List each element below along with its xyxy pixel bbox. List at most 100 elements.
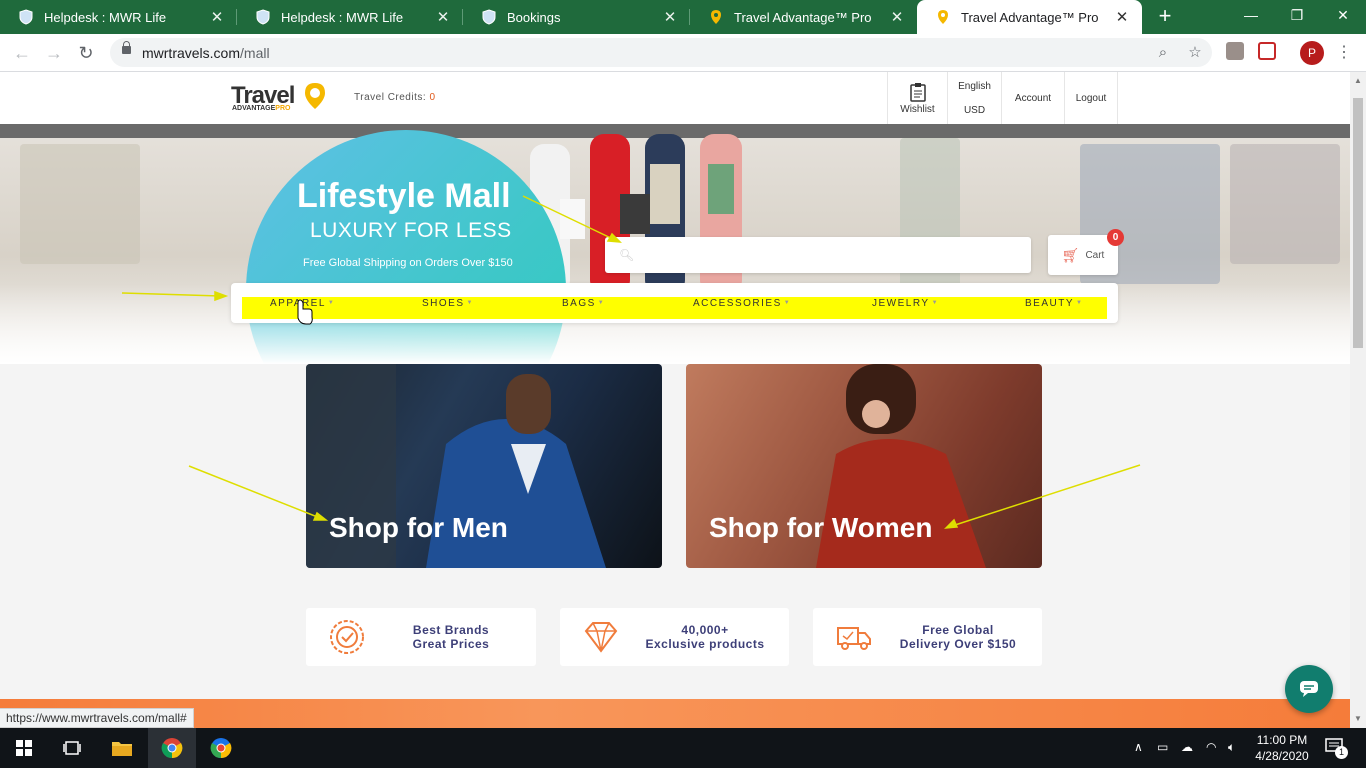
wifi-icon[interactable]: ◠ bbox=[1206, 740, 1216, 754]
browser-tab[interactable]: Helpdesk : MWR Life ✕ bbox=[0, 0, 237, 34]
account-link[interactable]: Account bbox=[1001, 72, 1064, 124]
scroll-up-icon[interactable]: ▲ bbox=[1354, 76, 1362, 85]
onedrive-icon[interactable]: ☁ bbox=[1181, 740, 1193, 754]
category-apparel[interactable]: APPAREL ▼ bbox=[270, 297, 335, 310]
taskbar-clock[interactable]: 11:00 PM 4/28/2020 bbox=[1252, 732, 1312, 764]
close-tab-icon[interactable]: ✕ bbox=[889, 8, 905, 26]
scroll-down-icon[interactable]: ▼ bbox=[1354, 714, 1362, 723]
page-scrollbar[interactable]: ▲ ▼ bbox=[1350, 72, 1366, 728]
tab-title: Helpdesk : MWR Life bbox=[44, 9, 167, 25]
badge-check-icon bbox=[330, 620, 364, 654]
clock-time: 11:00 PM bbox=[1256, 733, 1308, 747]
feature-text: 40,000+ Exclusive products bbox=[645, 623, 765, 651]
shipping-notice: Free Global Shipping on Orders Over $150 bbox=[303, 257, 513, 269]
tab-title: Bookings bbox=[507, 9, 561, 25]
promo-band bbox=[0, 699, 1350, 728]
wishlist-label: Wishlist bbox=[900, 103, 935, 115]
feature-best-brands: Best Brands Great Prices bbox=[306, 608, 536, 666]
shield-icon bbox=[481, 9, 497, 25]
chat-icon[interactable] bbox=[1285, 665, 1333, 713]
pocket-extension-icon[interactable] bbox=[1258, 42, 1276, 60]
logout-link[interactable]: Logout bbox=[1064, 72, 1118, 124]
site-logo[interactable]: Travel ADVANTAGEPRO bbox=[231, 82, 326, 116]
shield-icon bbox=[255, 9, 271, 25]
highlight-marker bbox=[242, 297, 1107, 319]
search-input[interactable]: 🔍︎ bbox=[605, 237, 1031, 273]
browser-tab[interactable]: Bookings ✕ bbox=[463, 0, 690, 34]
category-beauty[interactable]: BEAUTY ▼ bbox=[1025, 297, 1083, 310]
browser-tab[interactable]: Travel Advantage™ Pro ✕ bbox=[690, 0, 917, 34]
category-shoes[interactable]: SHOES ▼ bbox=[422, 297, 474, 310]
chrome-icon[interactable] bbox=[148, 728, 196, 768]
hero-banner: Lifestyle Mall LUXURY FOR LESS Free Glob… bbox=[0, 124, 1350, 364]
shop-women-card[interactable]: Shop for Women bbox=[686, 364, 1042, 568]
profile-avatar[interactable]: P bbox=[1300, 41, 1324, 65]
close-window-icon[interactable]: ✕ bbox=[1320, 0, 1366, 30]
new-tab-button[interactable]: + bbox=[1154, 5, 1176, 27]
tab-title: Travel Advantage™ Pro bbox=[961, 9, 1099, 25]
currency-label[interactable]: USD bbox=[964, 105, 985, 116]
pdf-extension-icon[interactable] bbox=[1226, 42, 1244, 60]
forward-icon[interactable]: → bbox=[42, 41, 66, 65]
logo-subtext: ADVANTAGEPRO bbox=[232, 105, 291, 112]
language-label[interactable]: English bbox=[958, 81, 991, 92]
status-bar-url: https://www.mwrtravels.com/mall# bbox=[0, 708, 194, 728]
shop-men-card[interactable]: Shop for Men bbox=[306, 364, 662, 568]
windows-start-icon[interactable] bbox=[0, 728, 48, 768]
locale-selector[interactable]: English USD bbox=[947, 72, 1001, 124]
browser-tab-strip: Helpdesk : MWR Life ✕ Helpdesk : MWR Lif… bbox=[0, 0, 1366, 34]
address-bar[interactable]: mwrtravels.com/mall ⌕ ☆ bbox=[110, 38, 1212, 67]
zoom-icon[interactable]: ⌕ bbox=[1154, 44, 1172, 62]
file-explorer-icon[interactable] bbox=[98, 728, 146, 768]
feature-exclusive-products: 40,000+ Exclusive products bbox=[560, 608, 789, 666]
cart-label: Cart bbox=[1085, 249, 1105, 261]
site-header: Travel ADVANTAGEPRO Travel Credits: 0 Wi… bbox=[0, 72, 1350, 124]
clipboard-icon bbox=[909, 82, 926, 102]
delivery-truck-icon bbox=[837, 627, 871, 650]
wishlist-button[interactable]: Wishlist bbox=[887, 72, 947, 124]
back-icon[interactable]: ← bbox=[10, 41, 34, 65]
tray-expand-icon[interactable]: ∧ bbox=[1134, 740, 1143, 754]
volume-icon[interactable]: 🔈︎ bbox=[1228, 740, 1235, 755]
category-nav: APPAREL ▼ SHOES ▼ BAGS ▼ ACCESSORIES ▼ JEWEL… bbox=[231, 283, 1118, 323]
lock-icon bbox=[122, 41, 131, 54]
category-accessories[interactable]: ACCESSORIES ▼ bbox=[693, 297, 791, 310]
battery-icon[interactable]: ▭ bbox=[1157, 740, 1168, 754]
shield-icon bbox=[18, 9, 34, 25]
tab-title: Helpdesk : MWR Life bbox=[281, 9, 404, 25]
menu-kebab-icon[interactable]: ⋮ bbox=[1336, 41, 1352, 65]
account-label: Account bbox=[1014, 92, 1052, 104]
close-tab-icon[interactable]: ✕ bbox=[435, 8, 451, 26]
url-text: mwrtravels.com/mall bbox=[142, 45, 270, 61]
feature-text: Free Global Delivery Over $150 bbox=[899, 623, 1017, 651]
clock-date: 4/28/2020 bbox=[1255, 749, 1309, 763]
hero-subtitle: LUXURY FOR LESS bbox=[310, 219, 512, 242]
feature-free-delivery: Free Global Delivery Over $150 bbox=[813, 608, 1042, 666]
notifications-icon[interactable]: 1 bbox=[1325, 738, 1348, 759]
browser-tab-active[interactable]: Travel Advantage™ Pro ✕ bbox=[917, 0, 1142, 34]
task-view-icon[interactable] bbox=[48, 728, 96, 768]
close-tab-icon[interactable]: ✕ bbox=[1114, 8, 1130, 26]
diamond-icon bbox=[584, 622, 618, 653]
logout-label: Logout bbox=[1075, 92, 1107, 104]
restore-icon[interactable]: ❐ bbox=[1274, 0, 1320, 30]
category-jewelry[interactable]: JEWELRY ▼ bbox=[872, 297, 939, 310]
close-tab-icon[interactable]: ✕ bbox=[209, 8, 225, 26]
chrome-beta-icon[interactable] bbox=[197, 728, 245, 768]
travel-credits: Travel Credits: 0 bbox=[354, 92, 436, 103]
category-bags[interactable]: BAGS ▼ bbox=[562, 297, 605, 310]
bookmark-star-icon[interactable]: ☆ bbox=[1186, 44, 1204, 62]
close-tab-icon[interactable]: ✕ bbox=[662, 8, 678, 26]
minimize-icon[interactable]: — bbox=[1228, 0, 1274, 30]
notification-count: 1 bbox=[1335, 746, 1348, 759]
browser-tab[interactable]: Helpdesk : MWR Life ✕ bbox=[237, 0, 463, 34]
shop-men-label: Shop for Men bbox=[329, 512, 508, 543]
search-icon: 🔍︎ bbox=[619, 248, 635, 262]
logo-pin-icon bbox=[305, 83, 325, 109]
reload-icon[interactable]: ↻ bbox=[74, 41, 98, 65]
shop-women-label: Shop for Women bbox=[709, 512, 933, 543]
windows-taskbar: ∧ ▭ ☁ ◠ 🔈︎ 11:00 PM 4/28/2020 1 bbox=[0, 728, 1366, 768]
hero-background-shape bbox=[1230, 144, 1340, 264]
web-page: Travel ADVANTAGEPRO Travel Credits: 0 Wi… bbox=[0, 72, 1350, 728]
scrollbar-thumb[interactable] bbox=[1353, 98, 1363, 348]
